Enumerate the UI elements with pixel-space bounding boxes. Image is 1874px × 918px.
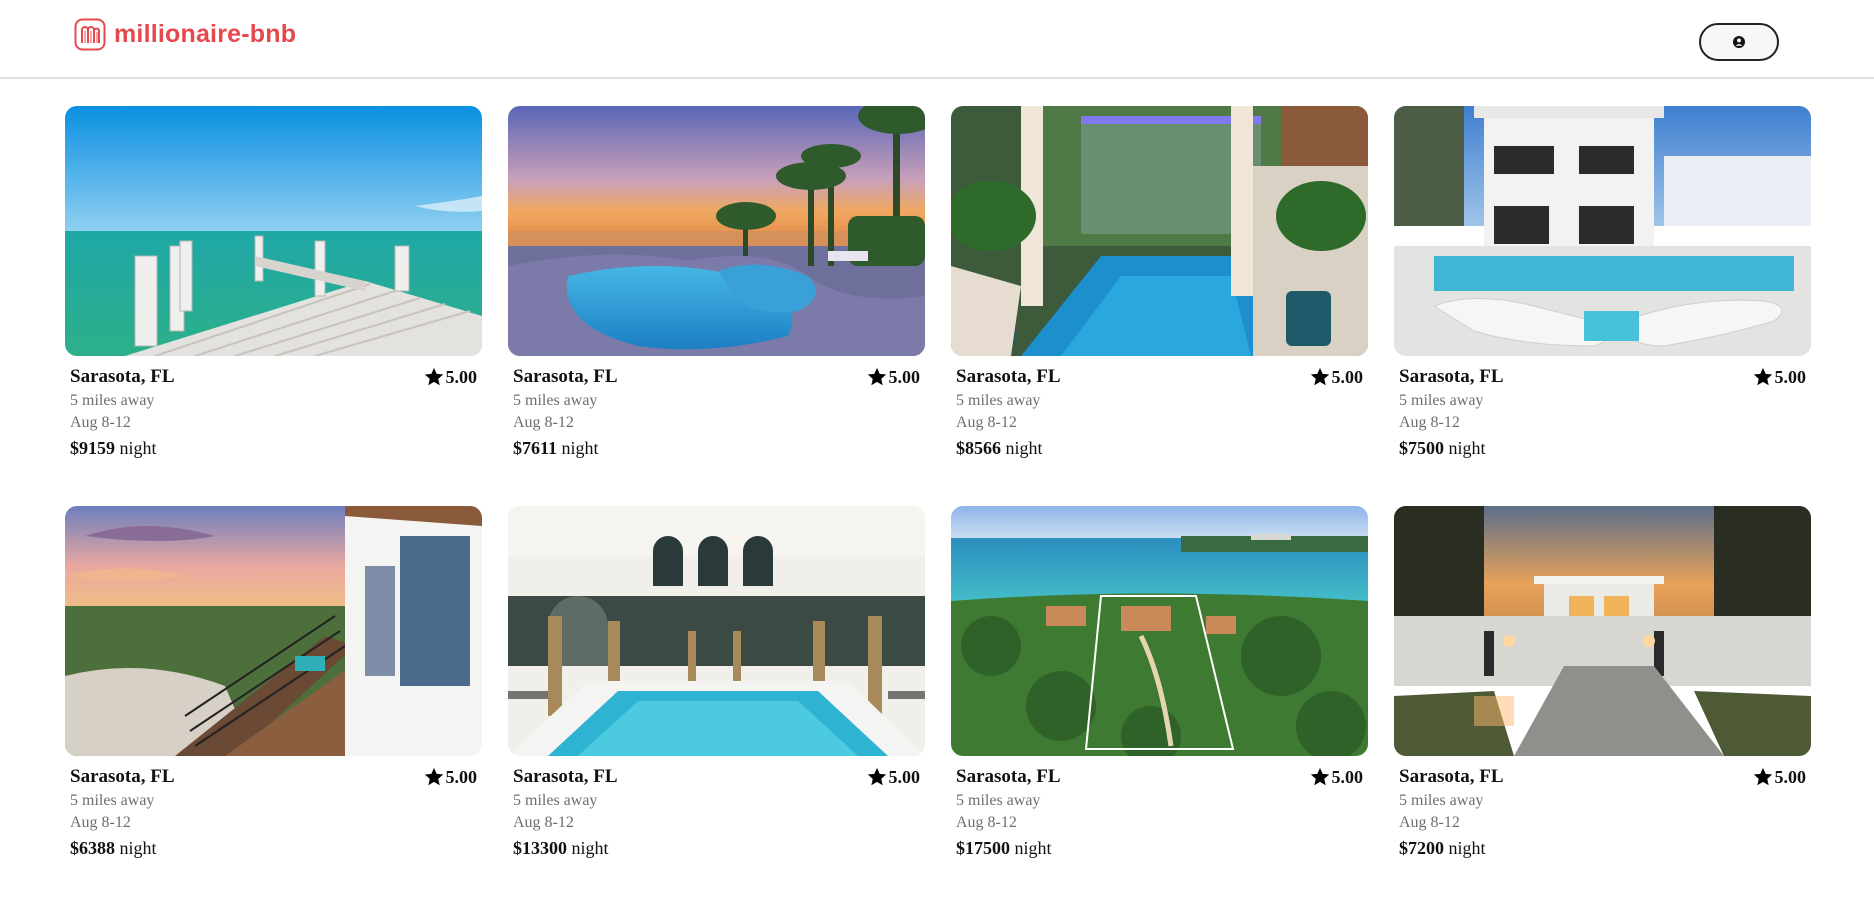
listing-location: Sarasota, FL — [70, 766, 175, 787]
listing-distance: 5 miles away — [1399, 392, 1484, 409]
listing-card[interactable]: Sarasota, FL 5.00 5 miles away Aug 8-12 … — [508, 506, 925, 874]
listing-photo[interactable] — [65, 106, 482, 356]
star-icon — [424, 367, 443, 386]
listing-price-row: $17500 night — [956, 838, 1363, 859]
listing-dates: Aug 8-12 — [1399, 814, 1460, 831]
listing-price: $8566 — [956, 438, 1001, 458]
listing-rating: 5.00 — [423, 366, 478, 388]
listing-card[interactable]: Sarasota, FL 5.00 5 miles away Aug 8-12 … — [951, 106, 1368, 474]
user-circle-icon — [1733, 36, 1745, 48]
listing-price: $13300 — [513, 838, 567, 858]
listing-location: Sarasota, FL — [513, 366, 618, 387]
listing-distance: 5 miles away — [513, 392, 598, 409]
logo-icon — [74, 18, 106, 51]
listing-location: Sarasota, FL — [513, 766, 618, 787]
listing-price: $17500 — [956, 838, 1010, 858]
listing-dates: Aug 8-12 — [956, 414, 1017, 431]
listing-rating: 5.00 — [1752, 766, 1807, 788]
listing-card[interactable]: Sarasota, FL 5.00 5 miles away Aug 8-12 … — [1394, 506, 1811, 874]
listing-price-row: $9159 night — [70, 438, 477, 459]
listing-rating: 5.00 — [423, 766, 478, 788]
listing-photo[interactable] — [951, 506, 1368, 756]
rating-value: 5.00 — [1331, 766, 1364, 787]
listing-card[interactable]: Sarasota, FL 5.00 5 miles away Aug 8-12 … — [1394, 106, 1811, 474]
listing-photo[interactable] — [65, 506, 482, 756]
listing-dates: Aug 8-12 — [956, 814, 1017, 831]
listing-photo[interactable] — [1394, 506, 1811, 756]
listing-rating: 5.00 — [866, 766, 921, 788]
listing-price-row: $8566 night — [956, 438, 1363, 459]
listing-card[interactable]: Sarasota, FL 5.00 5 miles away Aug 8-12 … — [65, 106, 482, 474]
profile-button[interactable] — [1699, 23, 1779, 61]
listing-price-row: $7200 night — [1399, 838, 1806, 859]
star-icon — [867, 367, 886, 386]
listing-rating: 5.00 — [866, 366, 921, 388]
star-icon — [867, 767, 886, 786]
listing-dates: Aug 8-12 — [1399, 414, 1460, 431]
star-icon — [1753, 767, 1772, 786]
price-unit: night — [561, 438, 599, 458]
listing-card[interactable]: Sarasota, FL 5.00 5 miles away Aug 8-12 … — [508, 106, 925, 474]
rating-value: 5.00 — [1774, 766, 1807, 787]
listing-photo[interactable] — [508, 506, 925, 756]
listing-price: $6388 — [70, 838, 115, 858]
listing-distance: 5 miles away — [1399, 792, 1484, 809]
price-unit: night — [119, 838, 157, 858]
listing-location: Sarasota, FL — [1399, 766, 1504, 787]
rating-value: 5.00 — [1774, 366, 1807, 387]
listing-price: $7500 — [1399, 438, 1444, 458]
price-unit: night — [571, 838, 609, 858]
price-unit: night — [1448, 838, 1486, 858]
listing-card[interactable]: Sarasota, FL 5.00 5 miles away Aug 8-12 … — [65, 506, 482, 874]
listing-dates: Aug 8-12 — [70, 814, 131, 831]
listing-price: $9159 — [70, 438, 115, 458]
listing-rating: 5.00 — [1752, 366, 1807, 388]
listing-rating: 5.00 — [1309, 766, 1364, 788]
rating-value: 5.00 — [888, 366, 921, 387]
listing-price-row: $13300 night — [513, 838, 920, 859]
listing-location: Sarasota, FL — [956, 766, 1061, 787]
listing-price: $7611 — [513, 438, 558, 458]
star-icon — [1310, 367, 1329, 386]
logo[interactable]: millionaire-bnb — [74, 18, 296, 51]
listing-rating: 5.00 — [1309, 366, 1364, 388]
listing-location: Sarasota, FL — [1399, 366, 1504, 387]
listing-card[interactable]: Sarasota, FL 5.00 5 miles away Aug 8-12 … — [951, 506, 1368, 874]
listing-distance: 5 miles away — [956, 792, 1041, 809]
listing-price: $7200 — [1399, 838, 1444, 858]
listing-photo[interactable] — [1394, 106, 1811, 356]
rating-value: 5.00 — [888, 766, 921, 787]
listing-price-row: $6388 night — [70, 838, 477, 859]
rating-value: 5.00 — [1331, 366, 1364, 387]
listing-distance: 5 miles away — [513, 792, 598, 809]
listing-price-row: $7611 night — [513, 438, 920, 459]
logo-text: millionaire-bnb — [114, 20, 297, 48]
listing-dates: Aug 8-12 — [70, 414, 131, 431]
listing-location: Sarasota, FL — [70, 366, 175, 387]
star-icon — [1310, 767, 1329, 786]
listing-price-row: $7500 night — [1399, 438, 1806, 459]
listing-dates: Aug 8-12 — [513, 814, 574, 831]
listing-photo[interactable] — [508, 106, 925, 356]
top-nav: millionaire-bnb — [0, 0, 1874, 79]
price-unit: night — [119, 438, 157, 458]
rating-value: 5.00 — [445, 766, 478, 787]
listing-location: Sarasota, FL — [956, 366, 1061, 387]
listings-grid: Sarasota, FL 5.00 5 miles away Aug 8-12 … — [65, 106, 1811, 874]
price-unit: night — [1005, 438, 1043, 458]
listing-dates: Aug 8-12 — [513, 414, 574, 431]
listing-distance: 5 miles away — [956, 392, 1041, 409]
listing-distance: 5 miles away — [70, 792, 155, 809]
price-unit: night — [1014, 838, 1052, 858]
listing-photo[interactable] — [951, 106, 1368, 356]
star-icon — [1753, 367, 1772, 386]
listing-distance: 5 miles away — [70, 392, 155, 409]
price-unit: night — [1448, 438, 1486, 458]
rating-value: 5.00 — [445, 366, 478, 387]
star-icon — [424, 767, 443, 786]
